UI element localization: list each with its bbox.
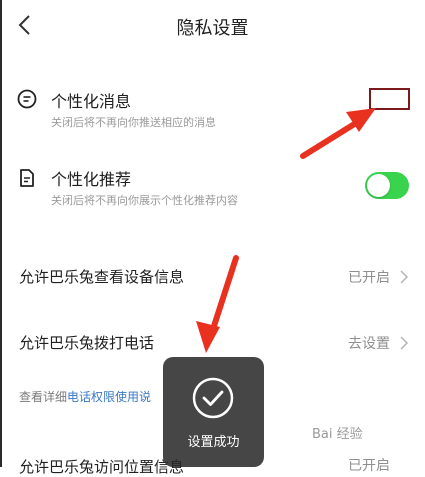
arrow-to-toast <box>196 255 239 353</box>
arrow-to-switch <box>300 108 376 159</box>
annotation-arrows <box>196 108 376 353</box>
watermark: Bai 经验 <box>312 427 363 442</box>
